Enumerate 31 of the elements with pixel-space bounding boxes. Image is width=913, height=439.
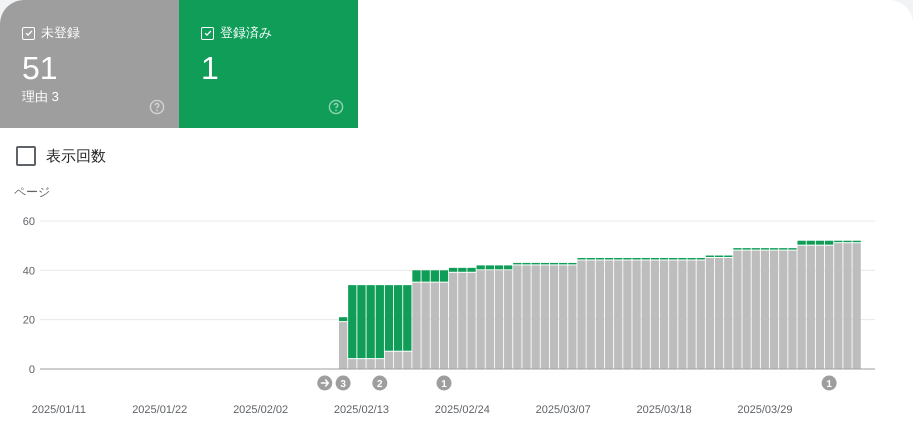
x-tick-label: 2025/02/13 bbox=[334, 404, 389, 416]
tile-label: 登録済み bbox=[220, 24, 272, 42]
help-icon[interactable] bbox=[149, 99, 165, 115]
x-tick-label: 2025/03/29 bbox=[737, 404, 792, 416]
arrow-icon[interactable] bbox=[317, 376, 332, 390]
x-tick-label: 2025/03/07 bbox=[536, 404, 591, 416]
tile-label: 未登録 bbox=[41, 24, 80, 42]
annotation-marker[interactable]: 1 bbox=[436, 376, 452, 390]
check-icon bbox=[202, 28, 212, 38]
check-icon bbox=[24, 28, 34, 38]
x-tick-label: 2025/01/11 bbox=[32, 404, 86, 416]
checkbox[interactable] bbox=[16, 146, 36, 166]
tile-count: 1 bbox=[201, 50, 220, 86]
tile-subtitle: 理由 3 bbox=[22, 88, 60, 106]
x-tick-label: 2025/02/02 bbox=[233, 404, 288, 416]
y-tick-label: 60 bbox=[22, 216, 35, 228]
x-tick-label: 2025/03/18 bbox=[636, 404, 692, 416]
annotation-marker[interactable]: 2 bbox=[372, 376, 388, 390]
y-tick-label: 0 bbox=[28, 364, 35, 376]
axis-title: ページ bbox=[13, 184, 51, 198]
annotation-marker[interactable]: 3 bbox=[336, 376, 351, 390]
status-tile[interactable]: 未登録 51 理由 3 bbox=[0, 0, 179, 128]
annotation-marker[interactable]: 1 bbox=[822, 376, 837, 390]
y-tick-label: 20 bbox=[22, 314, 35, 327]
x-tick-label: 2025/01/22 bbox=[132, 404, 188, 416]
checkbox-label: 表示回数 bbox=[46, 146, 106, 166]
y-tick-label: 40 bbox=[22, 265, 35, 278]
tile-count: 51 bbox=[22, 50, 59, 86]
x-tick-label: 2025/02/24 bbox=[434, 404, 490, 416]
status-tile[interactable]: 登録済み 1 bbox=[179, 0, 358, 128]
help-icon[interactable] bbox=[328, 99, 344, 115]
